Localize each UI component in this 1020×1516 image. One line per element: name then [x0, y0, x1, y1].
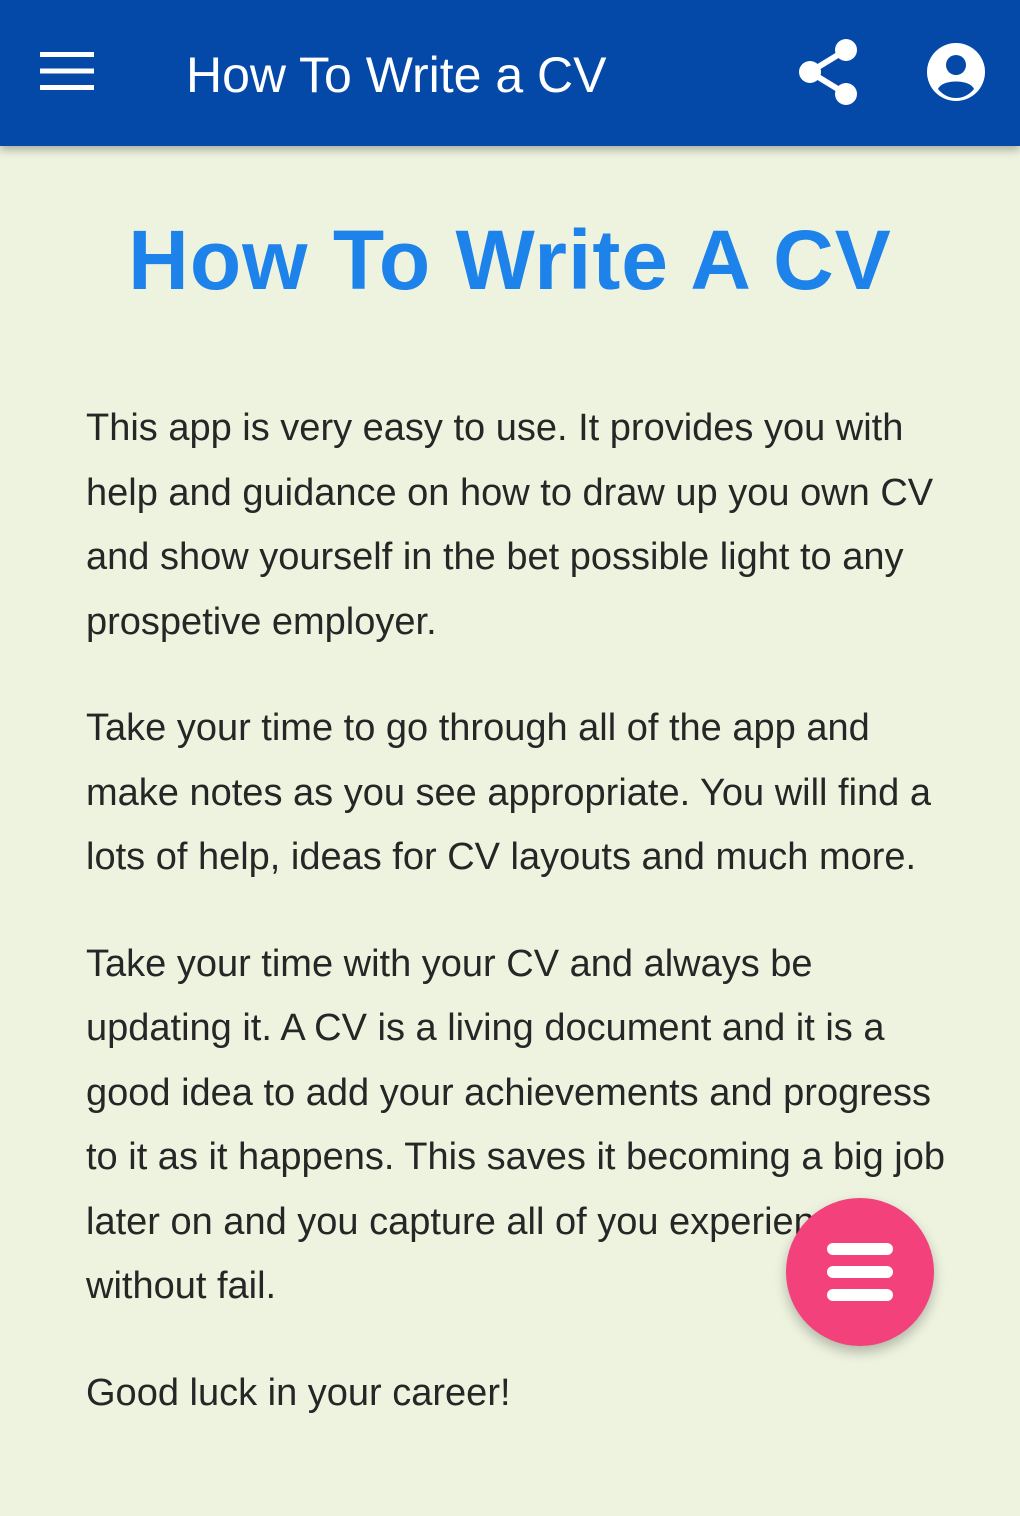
menu-icon: [827, 1243, 893, 1301]
paragraph-intro: This app is very easy to use. It provide…: [86, 407, 934, 643]
floating-menu-button[interactable]: [786, 1198, 934, 1346]
share-icon: [799, 39, 857, 105]
content-area: How To Write A CV This app is very easy …: [0, 146, 1020, 1414]
page-heading: How To Write A CV: [128, 213, 892, 307]
account-circle-icon: [927, 43, 985, 101]
paragraph-good-luck: Good luck in your career!: [86, 1371, 511, 1414]
share-button[interactable]: [790, 34, 866, 110]
menu-icon: [40, 52, 94, 90]
menu-button[interactable]: [26, 30, 108, 112]
app-bar: How To Write a CV: [0, 0, 1020, 146]
app-title: How To Write a CV: [186, 47, 607, 103]
account-button[interactable]: [918, 34, 994, 110]
paragraph-take-your-time: Take your time to go through all of the …: [86, 707, 931, 878]
